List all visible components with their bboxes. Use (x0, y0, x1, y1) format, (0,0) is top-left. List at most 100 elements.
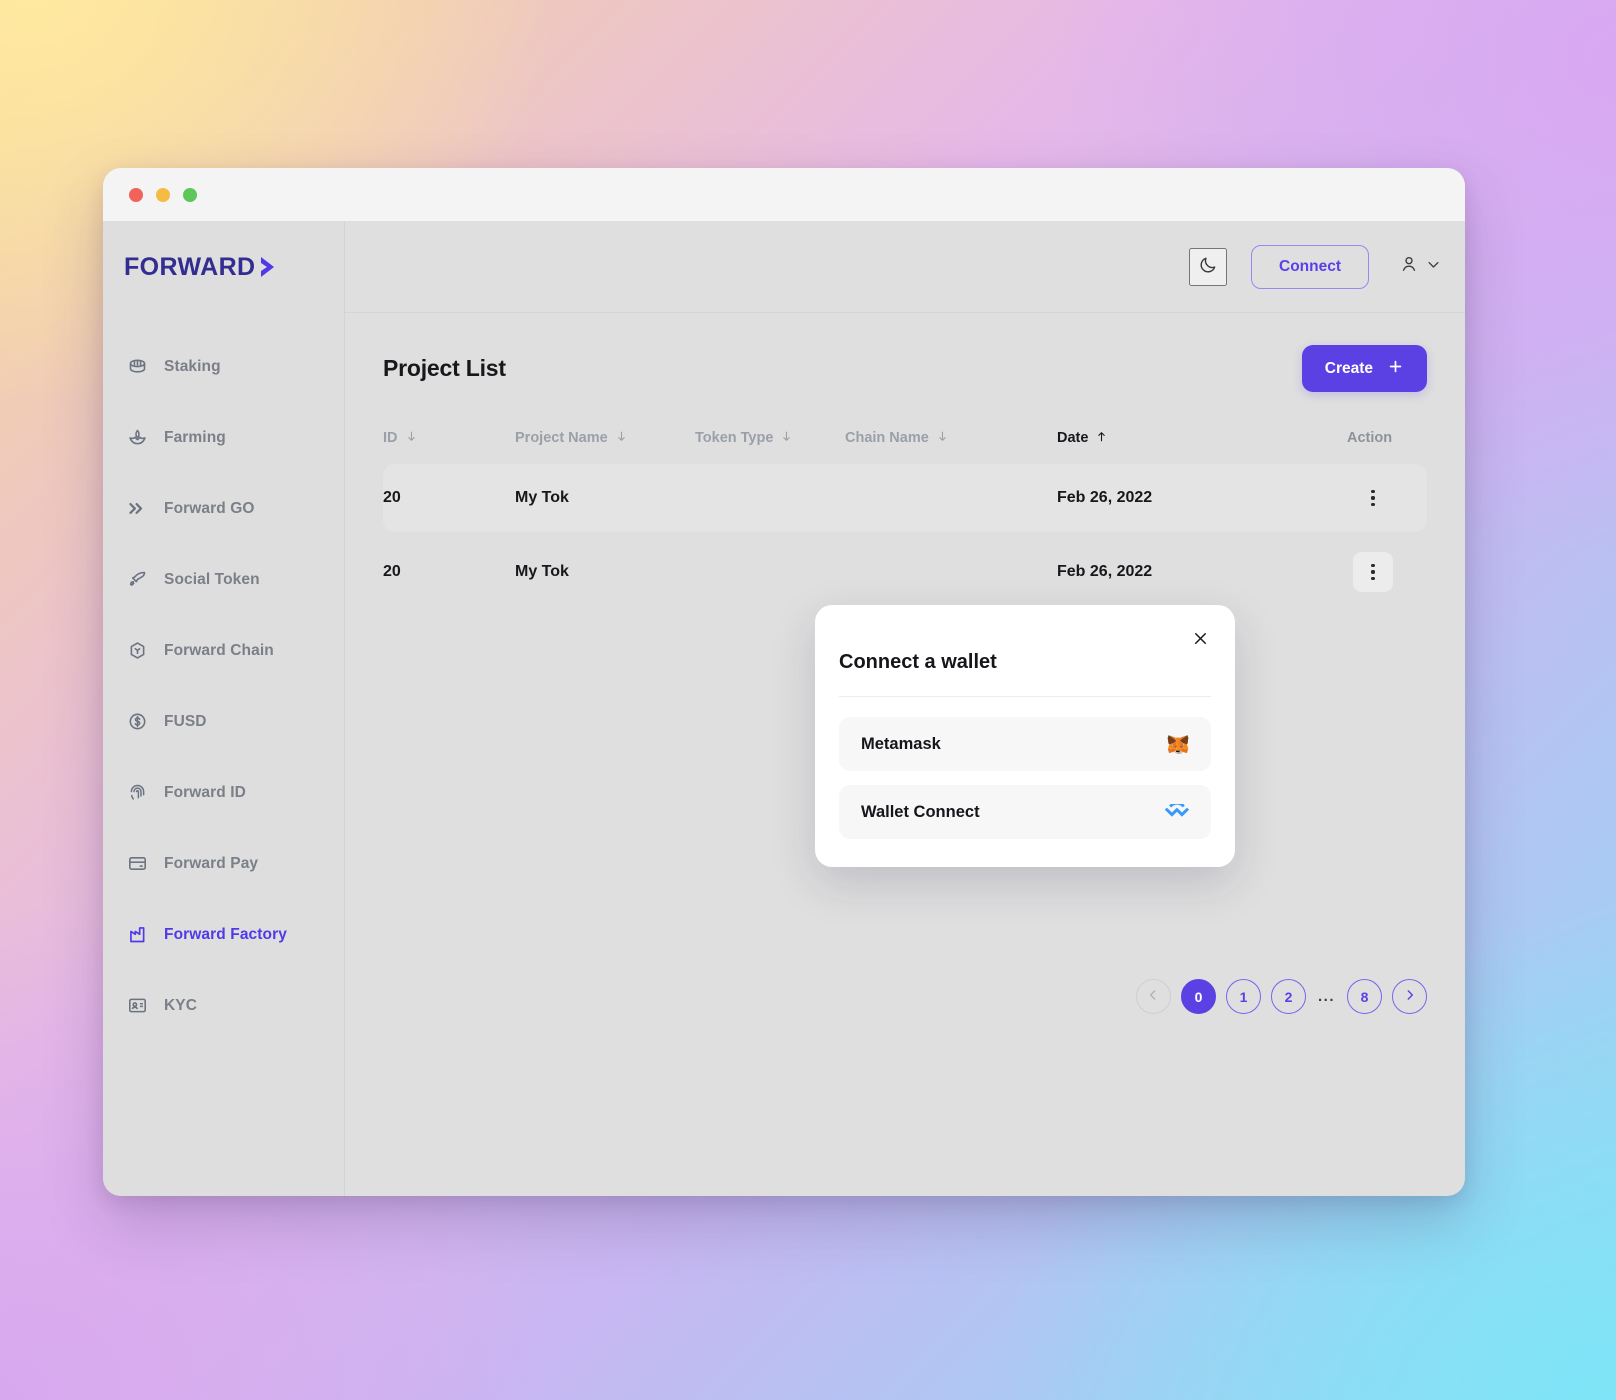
dollar-coin-icon (125, 710, 149, 734)
cell-id: 20 (383, 489, 401, 506)
sort-down-icon (936, 430, 949, 447)
modal-divider (839, 696, 1211, 697)
sidebar-item-label: FUSD (164, 712, 207, 730)
account-menu[interactable] (1399, 254, 1441, 279)
column-header-token-type[interactable]: Token Type (695, 430, 845, 447)
table-row[interactable]: 20 My Tok Feb 26, 2022 (383, 538, 1427, 606)
sidebar-item-label: Farming (164, 428, 226, 446)
metamask-fox-icon (1167, 734, 1189, 755)
brand-logo-text: FORWARD (124, 252, 256, 281)
sidebar-item-staking[interactable]: Staking (103, 331, 344, 402)
chevron-down-icon (1426, 257, 1441, 277)
sidebar-item-forward-pay[interactable]: Forward Pay (103, 828, 344, 899)
cell-date: Feb 26, 2022 (1057, 489, 1153, 506)
column-header-chain-name[interactable]: Chain Name (845, 430, 1057, 447)
page-title: Project List (383, 355, 506, 381)
table-header-row: ID Project Name Token Type Chain Name Da… (383, 418, 1427, 458)
table-row[interactable]: 20 My Tok Feb 26, 2022 (383, 464, 1427, 532)
cell-date: Feb 26, 2022 (1057, 563, 1153, 580)
chevron-right-icon (1403, 988, 1417, 1005)
pagination-page-0[interactable]: 0 (1180, 979, 1216, 1014)
topbar: Connect (345, 221, 1465, 313)
column-label: Token Type (695, 430, 774, 446)
wallet-option-wallet-connect[interactable]: Wallet Connect (839, 785, 1211, 839)
pagination: 0 1 2 ... 8 (1135, 979, 1427, 1014)
pagination-page-1[interactable]: 1 (1225, 979, 1261, 1014)
fingerprint-icon (125, 781, 149, 805)
window-titlebar (103, 168, 1465, 221)
close-icon[interactable] (1187, 625, 1213, 651)
coin-stack-icon (125, 355, 149, 379)
sidebar-item-forward-chain[interactable]: Forward Chain (103, 615, 344, 686)
sidebar-item-forward-factory[interactable]: Forward Factory (103, 899, 344, 970)
pagination-page-last[interactable]: 8 (1347, 979, 1382, 1014)
column-label: Date (1057, 430, 1089, 446)
sidebar-item-kyc[interactable]: KYC (103, 970, 344, 1041)
sidebar-item-label: Forward Chain (164, 641, 274, 659)
pagination-page-2[interactable]: 2 (1270, 979, 1306, 1014)
wallet-option-label: Wallet Connect (861, 802, 980, 821)
sidebar-item-label: Forward Pay (164, 854, 259, 872)
column-label: Project Name (515, 430, 608, 446)
sidebar-item-label: Forward Factory (164, 925, 287, 943)
kebab-menu-icon[interactable] (1353, 552, 1393, 592)
cell-project-name: My Tok (515, 563, 569, 580)
create-button[interactable]: Create (1301, 345, 1427, 392)
app-window: FORWARD Staking Farming Forward GO Socia… (103, 168, 1465, 1196)
sidebar-item-label: Social Token (164, 570, 260, 588)
create-button-label: Create (1324, 359, 1373, 377)
pagination-next-button[interactable] (1392, 979, 1427, 1014)
sort-down-icon (615, 430, 628, 447)
sidebar-item-social-token[interactable]: Social Token (103, 544, 344, 615)
modal-title: Connect a wallet (839, 651, 997, 673)
cell-action (1347, 478, 1427, 518)
sidebar-item-label: Staking (164, 357, 221, 375)
column-label: ID (383, 430, 398, 446)
cell-id: 20 (383, 563, 401, 580)
page-header: Project List Create (383, 313, 1427, 392)
chevron-left-icon (1146, 988, 1160, 1005)
sidebar: FORWARD Staking Farming Forward GO Socia… (103, 221, 345, 1196)
wallet-option-metamask[interactable]: Metamask (839, 717, 1211, 771)
sidebar-item-farming[interactable]: Farming (103, 402, 344, 473)
kebab-menu-icon[interactable] (1353, 478, 1393, 518)
sidebar-item-label: Forward ID (164, 783, 246, 801)
pagination-ellipsis: ... (1317, 988, 1335, 1005)
column-header-action: Action (1347, 430, 1393, 446)
connect-button[interactable]: Connect (1251, 244, 1369, 289)
column-header-project-name[interactable]: Project Name (515, 430, 695, 447)
id-card-icon (125, 994, 149, 1018)
pagination-prev-button[interactable] (1135, 979, 1171, 1014)
sidebar-item-fusd[interactable]: FUSD (103, 686, 344, 757)
plus-icon (1387, 358, 1404, 380)
cell-action (1347, 552, 1427, 592)
sort-down-icon (780, 430, 793, 447)
sort-up-icon (1095, 430, 1108, 447)
sidebar-item-forward-id[interactable]: Forward ID (103, 757, 344, 828)
factory-icon (125, 923, 149, 947)
hexagon-link-icon (125, 639, 149, 663)
chevron-right-icon (257, 254, 279, 280)
double-chevron-icon (125, 497, 149, 521)
column-header-id[interactable]: ID (383, 430, 515, 447)
window-close-button[interactable] (129, 187, 143, 202)
rocket-icon (125, 568, 149, 592)
window-minimize-button[interactable] (156, 187, 170, 202)
theme-toggle-button[interactable] (1189, 247, 1227, 286)
content-area: Project List Create ID Project Name Toke… (345, 313, 1465, 1196)
window-maximize-button[interactable] (183, 187, 197, 202)
walletconnect-icon (1165, 804, 1189, 820)
cell-project-name: My Tok (515, 489, 569, 506)
sprout-icon (125, 426, 149, 450)
sidebar-item-label: Forward GO (164, 499, 255, 517)
sidebar-item-label: KYC (164, 996, 198, 1014)
sidebar-item-forward-go[interactable]: Forward GO (103, 473, 344, 544)
wallet-option-label: Metamask (861, 734, 941, 753)
column-label: Chain Name (845, 430, 929, 446)
brand-logo[interactable]: FORWARD (103, 221, 344, 313)
column-header-date[interactable]: Date (1057, 430, 1347, 447)
project-table: ID Project Name Token Type Chain Name Da… (383, 418, 1427, 606)
moon-icon (1198, 255, 1218, 278)
main-area: Connect Project List Create ID Project N… (345, 221, 1465, 1196)
connect-wallet-modal: Connect a wallet Metamask Wallet Connect (815, 605, 1235, 867)
